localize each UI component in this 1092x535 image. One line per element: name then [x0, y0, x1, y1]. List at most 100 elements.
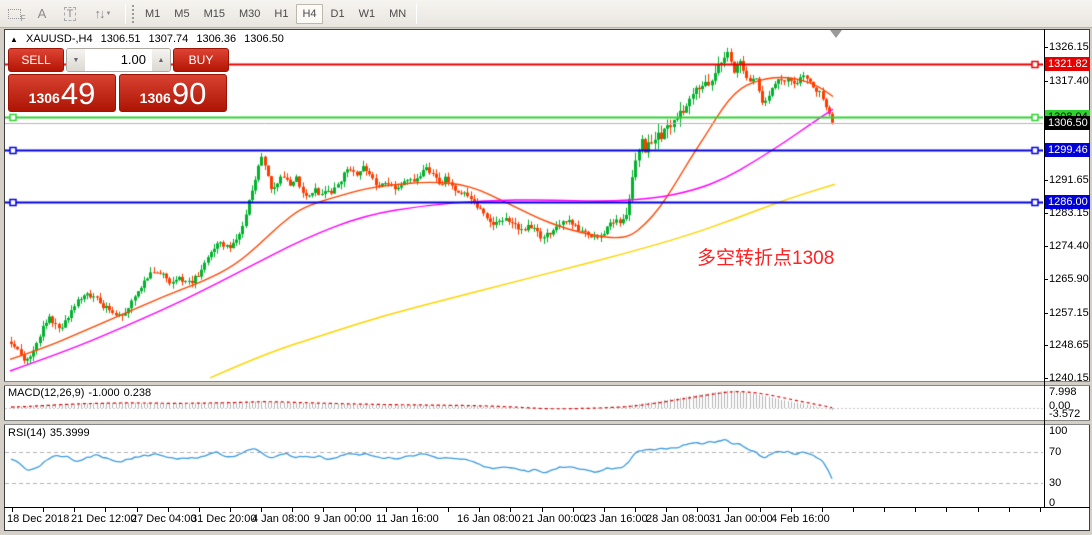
price-tick-label: 1326.15	[1049, 41, 1089, 53]
timeframe-button-m1[interactable]: M1	[139, 4, 166, 24]
timeframe-button-m15[interactable]: M15	[198, 4, 231, 24]
down-arrow-marker-icon[interactable]	[830, 30, 842, 38]
chevron-down-icon: ▼	[106, 11, 112, 17]
snap-grid-icon: F	[8, 9, 21, 19]
timeframe-group: M1M5M15M30H1H4D1W1MN	[138, 4, 413, 24]
time-axis-label: 21 Jan 00:00	[522, 513, 586, 525]
price-tick	[1044, 378, 1048, 379]
price-tick-label: 1265.90	[1049, 273, 1089, 285]
time-tick	[728, 508, 729, 512]
price-level-label: 1306.50	[1045, 116, 1090, 130]
price-tick	[1044, 180, 1048, 181]
snap-grid-tool-button[interactable]: F	[1, 3, 27, 25]
time-tick	[168, 508, 169, 512]
time-tick	[137, 508, 138, 512]
rsi-canvas[interactable]	[5, 425, 1043, 507]
time-tick	[261, 508, 262, 512]
price-tick-label: 1274.40	[1049, 240, 1089, 252]
price-tick	[1044, 81, 1048, 82]
time-tick	[199, 508, 200, 512]
time-axis-label: 18 Dec 2018	[7, 513, 69, 525]
time-axis-label: 11 Jan 16:00	[376, 513, 439, 525]
time-tick	[884, 508, 885, 512]
time-tick	[386, 508, 387, 512]
text-label-icon: T	[64, 7, 77, 21]
time-tick	[417, 508, 418, 512]
time-tick	[1040, 508, 1041, 512]
time-tick	[510, 508, 511, 512]
rsi-indicator-label: RSI(14)35.3999	[8, 427, 94, 439]
time-tick	[822, 508, 823, 512]
sell-price-pips: 49	[61, 78, 95, 109]
time-tick	[666, 508, 667, 512]
text-label-tool-button[interactable]: T	[57, 3, 83, 25]
volume-increase-button[interactable]: ▲	[152, 49, 170, 71]
panel-collapse-icon[interactable]: ▲	[10, 35, 18, 44]
text-tool-button[interactable]: A	[29, 3, 55, 25]
timeframe-button-d1[interactable]: D1	[325, 4, 351, 24]
time-tick	[604, 508, 605, 512]
time-tick	[573, 508, 574, 512]
timeframe-button-mn[interactable]: MN	[383, 4, 412, 24]
price-tick-label: 1240.15	[1049, 372, 1089, 384]
toolbar-grip[interactable]	[132, 5, 135, 23]
chart-title: ▲ XAUUSD-,H4 1306.51 1307.74 1306.36 130…	[10, 33, 289, 45]
rsi-axis-label: 100	[1049, 425, 1067, 437]
rsi-axis-label: 30	[1049, 477, 1061, 489]
rsi-axis-label: 70	[1049, 446, 1061, 458]
price-tick	[1044, 313, 1048, 314]
time-axis-label: 9 Jan 00:00	[314, 513, 372, 525]
timeframe-button-h1[interactable]: H1	[268, 4, 294, 24]
arrows-icon: ↑↓	[95, 6, 104, 21]
time-tick	[946, 508, 947, 512]
macd-axis-label: -3.572	[1049, 408, 1080, 420]
toolbar-separator	[416, 4, 417, 24]
price-tick	[1044, 47, 1048, 48]
time-axis-label: 23 Jan 16:00	[584, 513, 648, 525]
price-tick-label: 1291.65	[1049, 174, 1089, 186]
time-tick	[74, 508, 75, 512]
macd-axis-label: 7.998	[1049, 386, 1077, 398]
time-axis-label: 31 Jan 00:00	[709, 513, 773, 525]
ohlc-open: 1306.51	[101, 33, 141, 45]
price-tick	[1044, 246, 1048, 247]
time-tick	[542, 508, 543, 512]
rsi-axis-label: 0	[1049, 497, 1055, 509]
toolbar-separator	[125, 4, 126, 24]
macd-canvas[interactable]	[5, 386, 1043, 420]
price-level-label: 1299.46	[1045, 143, 1090, 157]
arrows-tool-button[interactable]: ↑↓ ▼	[85, 3, 121, 25]
volume-decrease-button[interactable]: ▼	[67, 49, 85, 71]
time-axis-label: 28 Jan 08:00	[646, 513, 710, 525]
sell-price-box[interactable]: 1306 49	[8, 74, 116, 112]
time-tick	[355, 508, 356, 512]
time-axis-label: 27 Dec 04:00	[131, 513, 196, 525]
timeframe-button-m30[interactable]: M30	[233, 4, 266, 24]
buy-price-box[interactable]: 1306 90	[119, 74, 227, 112]
time-tick	[479, 508, 480, 512]
time-axis-border	[4, 507, 1090, 508]
time-axis-label: 16 Jan 08:00	[457, 513, 521, 525]
volume-input[interactable]: 1.00	[85, 49, 152, 71]
volume-control: ▼ 1.00 ▲	[66, 48, 171, 72]
timeframe-button-m5[interactable]: M5	[168, 4, 195, 24]
text-a-icon: A	[38, 6, 47, 21]
time-tick	[292, 508, 293, 512]
sell-button[interactable]: SELL	[8, 48, 64, 72]
price-tick-label: 1257.15	[1049, 307, 1089, 319]
time-axis-label: 4 Feb 16:00	[771, 513, 830, 525]
time-tick	[760, 508, 761, 512]
price-level-label: 1321.82	[1045, 57, 1090, 71]
time-tick	[43, 508, 44, 512]
price-axis-border	[1044, 29, 1045, 508]
price-level-label: 1286.00	[1045, 195, 1090, 209]
time-tick	[791, 508, 792, 512]
timeframe-button-w1[interactable]: W1	[353, 4, 382, 24]
timeframe-button-h4[interactable]: H4	[296, 4, 322, 24]
buy-button[interactable]: BUY	[173, 48, 229, 72]
price-tick	[1044, 279, 1048, 280]
time-tick	[978, 508, 979, 512]
price-tick-label: 1317.40	[1049, 75, 1089, 87]
sell-price-main: 1306	[29, 90, 60, 106]
time-axis-label: 4 Jan 08:00	[252, 513, 310, 525]
